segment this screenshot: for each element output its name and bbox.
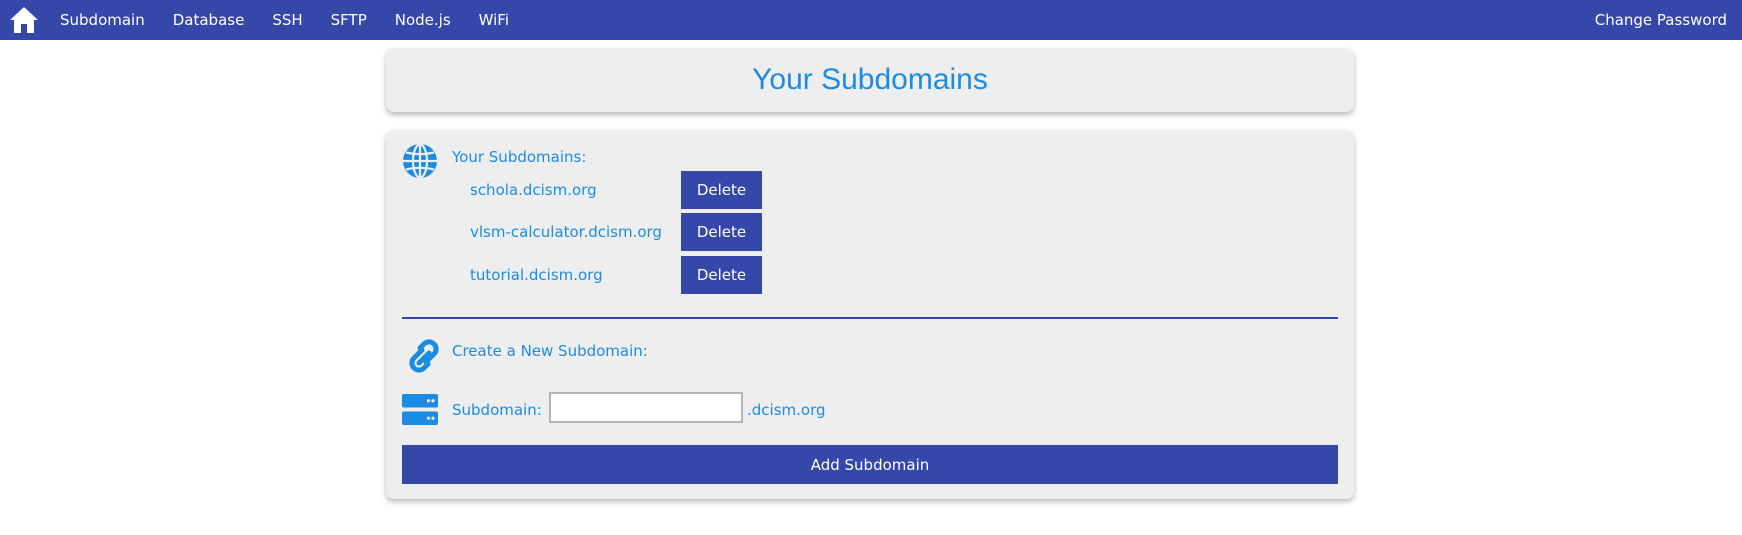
list-item: tutorial.dcism.org Delete [386, 256, 786, 294]
nav-item-ssh[interactable]: SSH [272, 11, 302, 29]
subdomain-name: vlsm-calculator.dcism.org [470, 223, 662, 241]
delete-button[interactable]: Delete [681, 171, 762, 209]
nav-item-subdomain[interactable]: Subdomain [60, 11, 145, 29]
link-icon [409, 339, 439, 373]
list-item: schola.dcism.org Delete [386, 171, 786, 209]
domain-suffix: .dcism.org [747, 401, 826, 419]
delete-button[interactable]: Delete [681, 213, 762, 251]
top-navbar: Subdomain Database SSH SFTP Node.js WiFi… [0, 0, 1742, 40]
your-subdomains-heading: Your Subdomains: [452, 148, 587, 166]
home-icon [10, 7, 38, 33]
subdomain-field-label: Subdomain: [452, 401, 542, 419]
add-subdomain-button[interactable]: Add Subdomain [402, 445, 1338, 484]
title-card: Your Subdomains [386, 48, 1354, 112]
change-password-link[interactable]: Change Password [1595, 0, 1727, 40]
subdomain-name: tutorial.dcism.org [470, 266, 603, 284]
subdomains-card: Your Subdomains: schola.dcism.org Delete… [386, 130, 1354, 499]
delete-button[interactable]: Delete [681, 256, 762, 294]
page-title: Your Subdomains [752, 63, 988, 96]
nav-links: Subdomain Database SSH SFTP Node.js WiFi [60, 11, 537, 29]
list-item: vlsm-calculator.dcism.org Delete [386, 213, 786, 251]
nav-item-wifi[interactable]: WiFi [479, 11, 509, 29]
nav-item-database[interactable]: Database [173, 11, 245, 29]
section-divider [402, 317, 1338, 319]
nav-item-nodejs[interactable]: Node.js [395, 11, 451, 29]
home-button[interactable] [8, 4, 40, 36]
create-subdomain-heading: Create a New Subdomain: [452, 342, 648, 360]
nav-item-sftp[interactable]: SFTP [331, 11, 367, 29]
subdomain-input[interactable] [549, 392, 743, 423]
subdomain-name: schola.dcism.org [470, 181, 597, 199]
server-icon [402, 394, 438, 425]
